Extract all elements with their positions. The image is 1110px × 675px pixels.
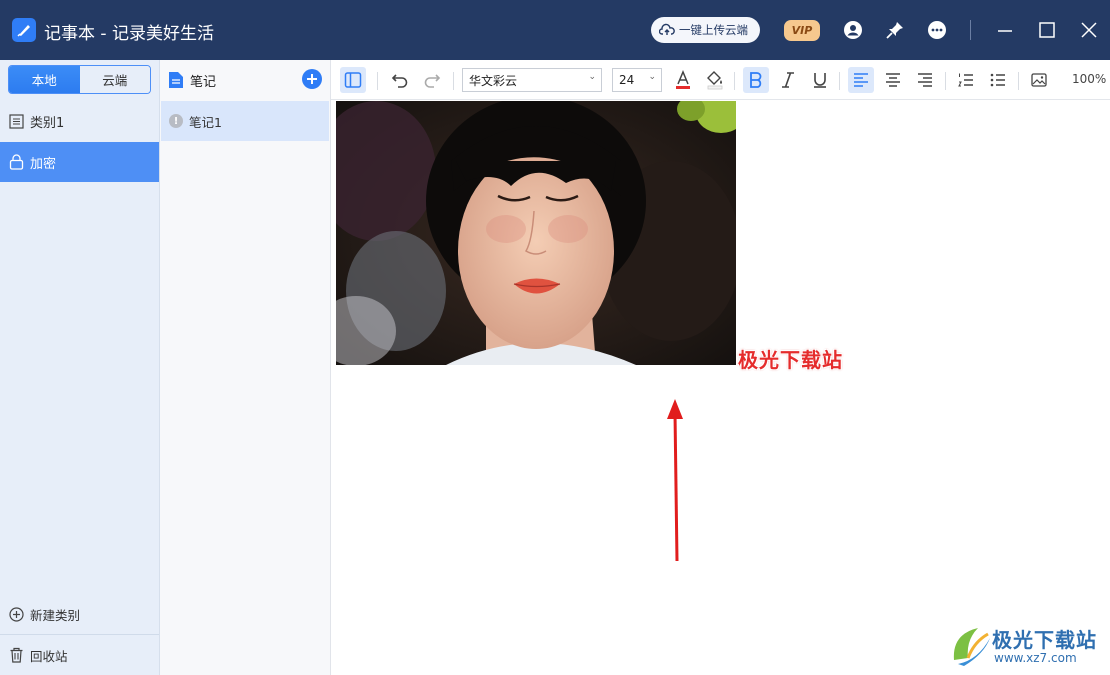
overlay-caption: 极光下载站: [738, 348, 843, 372]
storage-toggle: 本地 云端: [8, 65, 151, 94]
new-category-button[interactable]: 新建类别: [0, 594, 159, 634]
panel-icon: [344, 72, 362, 88]
bold-button[interactable]: [743, 67, 769, 93]
toolbar-divider: [945, 72, 946, 90]
watermark-logo-icon: [953, 628, 990, 666]
undo-button[interactable]: [387, 67, 413, 93]
align-left-button[interactable]: [848, 67, 874, 93]
lock-icon: [9, 154, 24, 170]
align-right-button[interactable]: [912, 67, 938, 93]
font-color-icon: [676, 70, 690, 89]
more-icon[interactable]: [925, 18, 949, 42]
highlight-button[interactable]: [702, 67, 728, 93]
italic-button[interactable]: [775, 67, 801, 93]
zoom-level[interactable]: 100%: [1072, 72, 1106, 86]
sidebar-item-label: 类别1: [30, 115, 65, 131]
align-center-icon: [886, 73, 900, 87]
plus-icon: [307, 74, 317, 84]
note-title: 笔记1: [189, 114, 222, 130]
add-circle-icon: [9, 606, 24, 622]
note-list-panel: 笔记 ! 笔记1: [160, 60, 331, 675]
inserted-photo[interactable]: [336, 101, 736, 365]
sidebar-item-category1[interactable]: 类别1: [0, 101, 159, 141]
bold-icon: [750, 72, 762, 88]
upload-cloud-button[interactable]: 一键上传云端: [651, 17, 760, 43]
close-icon[interactable]: [1077, 18, 1101, 42]
toolbar-divider: [734, 72, 735, 90]
redo-button[interactable]: [419, 67, 445, 93]
image-icon: [1031, 73, 1047, 87]
list-item[interactable]: ! 笔记1: [161, 101, 329, 141]
toolbar-divider: [1018, 72, 1019, 90]
toolbar-divider: [377, 72, 378, 90]
align-center-button[interactable]: [880, 67, 906, 93]
align-right-icon: [918, 73, 932, 87]
vip-badge[interactable]: VIP: [784, 20, 820, 41]
note-list-title: 笔记: [190, 74, 217, 90]
font-family-value: 华文彩云: [469, 73, 518, 88]
editor-toolbar: 华文彩云 ⌄ 24 ⌄ 100%: [331, 60, 1110, 100]
font-size-select[interactable]: 24 ⌄: [612, 68, 662, 92]
tab-cloud[interactable]: 云端: [79, 66, 150, 93]
site-watermark: 极光下载站 www.xz7.com: [948, 620, 1108, 672]
pin-icon[interactable]: [883, 18, 907, 42]
undo-icon: [391, 74, 408, 88]
bullet-list-button[interactable]: [985, 67, 1011, 93]
font-color-button[interactable]: [670, 67, 696, 93]
paint-bucket-icon: [707, 71, 723, 90]
sidebar-item-label: 加密: [30, 156, 57, 172]
document-icon: [169, 72, 183, 88]
watermark-url: www.xz7.com: [994, 651, 1077, 665]
cloud-upload-icon: [659, 23, 675, 35]
title-bar: 记事本 - 记录美好生活 一键上传云端 VIP: [0, 0, 1110, 60]
align-left-icon: [854, 73, 868, 87]
upload-cloud-label: 一键上传云端: [679, 23, 748, 37]
font-family-select[interactable]: 华文彩云 ⌄: [462, 68, 602, 92]
toggle-sidebar-button[interactable]: [340, 67, 366, 93]
italic-icon: [782, 72, 794, 88]
alert-icon: !: [169, 114, 183, 128]
ordered-list-button[interactable]: [953, 67, 979, 93]
red-arrow-annotation: [667, 399, 683, 562]
sidebar: 本地 云端 类别1 加密 新建类别 回收站: [0, 60, 160, 675]
titlebar-divider: [970, 20, 971, 40]
recycle-bin-button[interactable]: 回收站: [0, 635, 159, 675]
chevron-down-icon: ⌄: [648, 72, 656, 82]
chevron-down-icon: ⌄: [588, 72, 596, 82]
trash-icon: [10, 647, 23, 663]
ordered-list-icon: [958, 73, 973, 87]
app-title: 记事本 - 记录美好生活: [44, 24, 214, 44]
maximize-icon[interactable]: [1035, 18, 1059, 42]
sidebar-item-encrypted[interactable]: 加密: [0, 142, 159, 182]
redo-icon: [424, 74, 441, 88]
app-logo-icon: [12, 18, 36, 42]
add-note-button[interactable]: [302, 69, 322, 89]
tab-local[interactable]: 本地: [9, 66, 80, 93]
minimize-icon[interactable]: [993, 18, 1017, 42]
list-icon: [9, 113, 24, 129]
recycle-bin-label: 回收站: [30, 648, 68, 664]
bullet-list-icon: [990, 73, 1005, 87]
user-icon[interactable]: [841, 18, 865, 42]
insert-image-button[interactable]: [1026, 67, 1052, 93]
underline-button[interactable]: [807, 67, 833, 93]
editor-area[interactable]: 极光下载站: [331, 101, 1110, 675]
watermark-text: 极光下载站: [992, 628, 1097, 652]
font-size-value: 24: [619, 73, 635, 87]
toolbar-divider: [453, 72, 454, 90]
underline-icon: [814, 73, 826, 88]
new-category-label: 新建类别: [30, 607, 81, 623]
toolbar-divider: [839, 72, 840, 90]
